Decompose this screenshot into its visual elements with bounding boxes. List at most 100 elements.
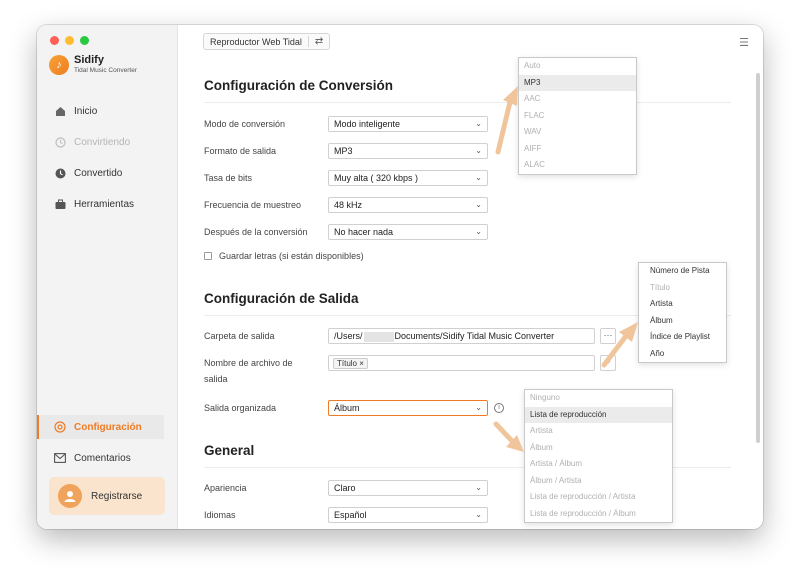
organized-option[interactable]: Artista (525, 423, 672, 440)
organized-option[interactable]: Álbum / Artista (525, 473, 672, 490)
close-window-button[interactable] (50, 36, 59, 45)
redacted-username (363, 331, 394, 342)
sidebar-item-convertido[interactable]: Convertido (37, 161, 178, 185)
output-format-label: Formato de salida (204, 146, 277, 156)
filename-option[interactable]: Número de Pista (639, 263, 726, 280)
select-value: Modo inteligente (334, 119, 401, 129)
sample-rate-select[interactable]: 48 kHz ⌄ (328, 197, 488, 213)
gear-icon (54, 421, 66, 433)
sidebar-item-label: Configuración (74, 421, 142, 433)
general-section-title: General (204, 443, 255, 458)
filename-option[interactable]: Artista (639, 296, 726, 313)
source-switch-button[interactable]: Reproductor Web Tidal ⇄ (203, 33, 331, 50)
save-lyrics-option[interactable]: Guardar letras (si están disponibles) (204, 251, 364, 261)
sidebar-item-convirtiendo[interactable]: Convirtiendo (37, 130, 178, 154)
annotation-arrow-filename (601, 322, 638, 368)
source-label: Reproductor Web Tidal (210, 36, 302, 47)
format-option[interactable]: Auto (519, 58, 636, 75)
organized-option[interactable]: Álbum (525, 440, 672, 457)
select-value: Muy alta ( 320 kbps ) (334, 173, 419, 183)
sidebar: ♪ Sidify Tidal Music Converter Inicio Co… (37, 25, 178, 529)
language-select[interactable]: Español ⌄ (328, 507, 488, 523)
filename-tags-field[interactable]: Título × (328, 355, 595, 371)
filename-tag-title[interactable]: Título × (333, 358, 368, 369)
format-option[interactable]: MP3 (519, 74, 636, 91)
filename-options-list: Número de Pista Título Artista Álbum Índ… (638, 262, 727, 363)
toolbox-icon (54, 198, 66, 210)
register-label: Registrarse (91, 490, 143, 502)
chevron-down-icon: ⌄ (475, 146, 482, 155)
sidebar-item-comentarios[interactable]: Comentarios (37, 446, 178, 470)
mail-icon (54, 452, 66, 464)
select-value: Álbum (334, 403, 360, 413)
format-option[interactable]: AAC (519, 91, 636, 108)
filename-option[interactable]: Año (639, 346, 726, 363)
organized-output-select[interactable]: Álbum ⌄ (328, 400, 488, 416)
organized-option[interactable]: Lista de reproducción / Artista (525, 489, 672, 506)
sidebar-item-configuracion[interactable]: Configuración (37, 415, 164, 439)
app-name: Sidify (74, 54, 104, 66)
select-value: MP3 (334, 146, 353, 156)
select-value: 48 kHz (334, 200, 363, 210)
format-option[interactable]: FLAC (519, 108, 636, 125)
clock-icon (54, 167, 66, 179)
appearance-label: Apariencia (204, 483, 247, 493)
organized-option[interactable]: Lista de reproducción / Álbum (525, 506, 672, 523)
save-lyrics-checkbox[interactable] (204, 252, 212, 260)
filename-label-line2: salida (204, 374, 228, 384)
chevron-down-icon: ⌄ (475, 510, 482, 519)
save-lyrics-label: Guardar letras (si están disponibles) (219, 251, 364, 261)
conversion-mode-select[interactable]: Modo inteligente ⌄ (328, 116, 488, 132)
sample-rate-label: Frecuencia de muestreo (204, 200, 302, 210)
filename-option[interactable]: Álbum (639, 313, 726, 330)
info-icon[interactable]: i (494, 403, 504, 413)
annotation-arrow-format (495, 86, 518, 155)
select-value: No hacer nada (334, 227, 394, 237)
language-label: Idiomas (204, 510, 236, 520)
format-option[interactable]: ALAC (519, 157, 636, 174)
bitrate-label: Tasa de bits (204, 173, 253, 183)
output-format-select[interactable]: MP3 ⌄ (328, 143, 488, 159)
output-folder-label: Carpeta de salida (204, 331, 275, 341)
register-button[interactable]: Registrarse (49, 477, 165, 515)
bitrate-select[interactable]: Muy alta ( 320 kbps ) ⌄ (328, 170, 488, 186)
after-conversion-select[interactable]: No hacer nada ⌄ (328, 224, 488, 240)
section-divider (204, 102, 731, 103)
select-value: Español (334, 510, 367, 520)
conversion-mode-label: Modo de conversión (204, 119, 286, 129)
organized-options-list: Ninguno Lista de reproducción Artista Ál… (524, 389, 673, 523)
organized-option[interactable]: Artista / Álbum (525, 456, 672, 473)
after-conversion-label: Después de la conversión (204, 227, 308, 237)
chevron-down-icon: ⌄ (475, 200, 482, 209)
home-icon (54, 105, 66, 117)
organized-option[interactable]: Lista de reproducción (525, 406, 672, 423)
user-avatar-icon (58, 484, 82, 508)
sidebar-item-inicio[interactable]: Inicio (37, 99, 178, 123)
format-options-list: Auto MP3 AAC FLAC WAV AIFF ALAC (518, 57, 637, 175)
organized-output-label: Salida organizada (204, 403, 277, 413)
menu-icon[interactable]: ☰ (739, 36, 749, 49)
chevron-down-icon: ⌄ (475, 483, 482, 492)
appearance-select[interactable]: Claro ⌄ (328, 480, 488, 496)
app-subtitle: Tidal Music Converter (74, 67, 137, 74)
app-logo-icon: ♪ (49, 55, 69, 75)
remove-tag-icon[interactable]: × (359, 359, 364, 368)
folder-path-prefix: /Users/ (334, 331, 363, 341)
annotation-arrow-organized (493, 421, 524, 452)
filename-option[interactable]: Índice de Playlist (639, 329, 726, 346)
chevron-down-icon: ⌄ (475, 173, 482, 182)
chevron-down-icon: ⌄ (475, 119, 482, 128)
filename-label: Nombre de archivo de salida (204, 355, 293, 387)
output-folder-field[interactable]: /Users/Documents/Sidify Tidal Music Conv… (328, 328, 595, 344)
minimize-window-button[interactable] (65, 36, 74, 45)
scrollbar[interactable] (756, 73, 760, 443)
zoom-window-button[interactable] (80, 36, 89, 45)
format-option[interactable]: AIFF (519, 141, 636, 158)
sidebar-item-herramientas[interactable]: Herramientas (37, 192, 178, 216)
filename-option[interactable]: Título (639, 280, 726, 297)
format-option[interactable]: WAV (519, 124, 636, 141)
organized-option[interactable]: Ninguno (525, 390, 672, 407)
sidebar-item-label: Convertido (74, 167, 123, 179)
window-controls (50, 36, 89, 45)
tag-label: Título (337, 359, 358, 368)
